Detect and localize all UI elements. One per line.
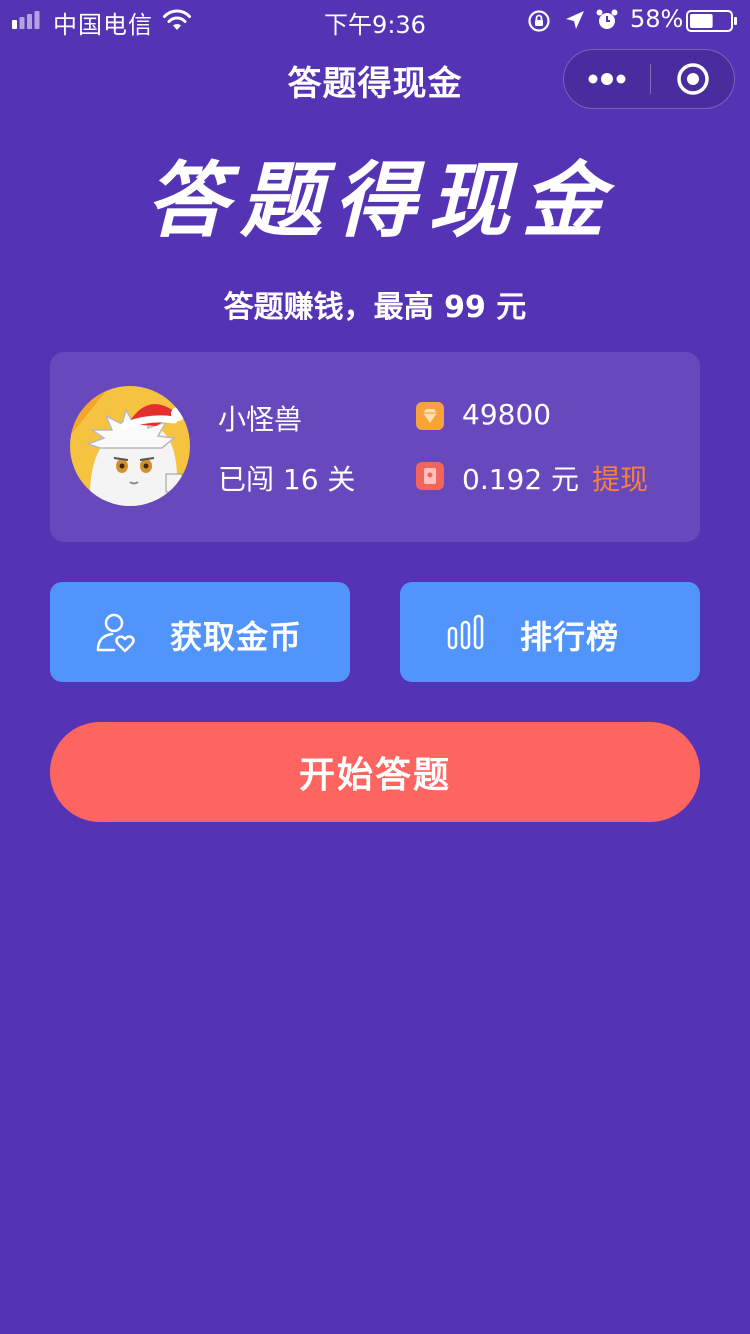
orientation-lock-icon: [528, 10, 550, 32]
get-coins-label: 获取金币: [170, 618, 303, 656]
red-packet-icon: [416, 462, 444, 490]
cash-balance: 0.192 元: [462, 463, 580, 496]
app-root: 中国电信 下午9:36 58% 答题得现金 答题得现金 答题赚钱，最高 99 元…: [0, 0, 750, 1334]
bar-chart-icon: [447, 614, 484, 650]
user-heart-icon: [96, 613, 135, 653]
user-name: 小怪兽: [218, 403, 303, 436]
levels-passed: 已闯 16 关: [218, 463, 356, 496]
alarm-icon: [596, 9, 618, 29]
more-dots-icon: [588, 73, 626, 85]
user-info-card: 小怪兽 已闯 16 关 49800 0.192 元 提现: [50, 352, 700, 542]
start-quiz-button[interactable]: 开始答题: [50, 722, 700, 822]
battery-percent: 58%: [630, 5, 684, 33]
leaderboard-label: 排行榜: [520, 618, 620, 656]
status-bar: 中国电信 下午9:36 58%: [0, 0, 750, 40]
get-coins-button[interactable]: 获取金币: [50, 582, 350, 682]
avatar: [70, 386, 190, 506]
hero-title: 答题得现金: [146, 154, 616, 249]
diamond-coin-icon: [416, 402, 444, 430]
target-close-icon: [677, 63, 709, 95]
more-button[interactable]: [564, 50, 650, 108]
mini-program-capsule: [563, 49, 735, 109]
battery-icon: [686, 10, 737, 32]
close-button[interactable]: [651, 50, 735, 108]
withdraw-link[interactable]: 提现: [592, 458, 648, 498]
hero-subtitle: 答题赚钱，最高 99 元: [223, 290, 527, 325]
leaderboard-button[interactable]: 排行榜: [400, 582, 700, 682]
location-arrow-icon: [566, 11, 584, 29]
coin-balance: 49800: [462, 398, 552, 431]
